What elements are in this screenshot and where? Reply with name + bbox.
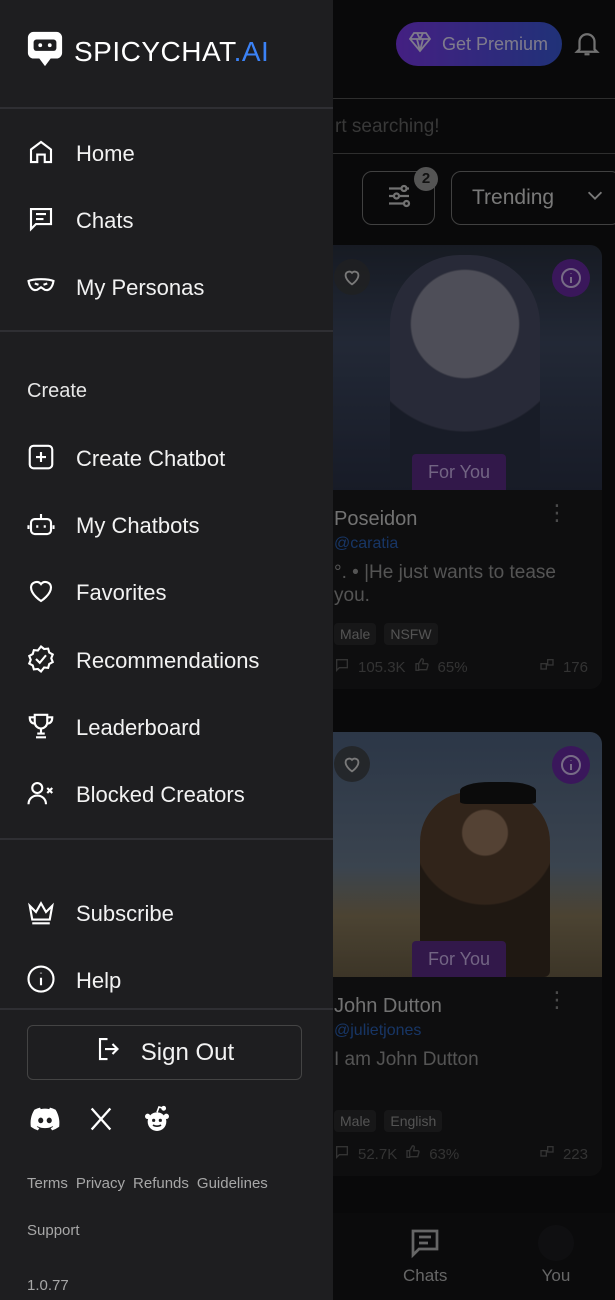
- menu-label: Chats: [76, 208, 134, 233]
- menu-item-create-chatbot[interactable]: Create Chatbot: [26, 439, 225, 479]
- divider: [0, 330, 333, 332]
- menu-label: Blocked Creators: [76, 782, 245, 807]
- menu-label: Favorites: [76, 580, 167, 605]
- badge-check-icon: [26, 644, 56, 679]
- home-icon: [26, 137, 56, 172]
- divider: [0, 1008, 333, 1010]
- robot-icon: [26, 509, 56, 544]
- refunds-link[interactable]: Refunds: [133, 1175, 189, 1192]
- trophy-icon: [26, 711, 56, 746]
- discord-icon[interactable]: [26, 1100, 64, 1138]
- menu-item-home[interactable]: Home: [26, 134, 135, 174]
- social-links: [26, 1100, 176, 1138]
- menu-label: Leaderboard: [76, 715, 201, 740]
- footer-links: Terms Privacy Refunds Guidelines: [27, 1175, 268, 1192]
- menu-item-subscribe[interactable]: Subscribe: [26, 894, 174, 934]
- brand-suffix: .AI: [233, 35, 270, 67]
- menu-item-chats[interactable]: Chats: [26, 201, 133, 241]
- sign-out-label: Sign Out: [140, 1038, 235, 1066]
- menu-item-my-chatbots[interactable]: My Chatbots: [26, 506, 200, 546]
- reddit-icon[interactable]: [138, 1100, 176, 1138]
- x-twitter-icon[interactable]: [82, 1100, 120, 1138]
- menu-label: Create Chatbot: [76, 446, 226, 471]
- divider: [0, 107, 333, 109]
- crown-icon: [26, 897, 56, 932]
- heart-icon: [26, 576, 56, 611]
- menu-label: Help: [76, 968, 122, 993]
- menu-item-help[interactable]: Help: [26, 961, 121, 1001]
- menu-item-favorites[interactable]: Favorites: [26, 573, 166, 613]
- support-link[interactable]: Support: [27, 1222, 80, 1239]
- privacy-link[interactable]: Privacy: [76, 1175, 125, 1192]
- menu-label: My Personas: [76, 275, 205, 300]
- mask-icon: [26, 271, 56, 306]
- scrim-overlay[interactable]: [333, 0, 615, 1300]
- side-drawer: SPICYCHAT.AI Home Chats My Personas Crea…: [0, 0, 333, 1300]
- menu-label: Home: [76, 141, 135, 166]
- plus-square-icon: [26, 442, 56, 477]
- divider: [0, 838, 333, 840]
- brand-logo[interactable]: SPICYCHAT.AI: [26, 30, 269, 73]
- create-section-title: Create: [27, 380, 88, 402]
- menu-label: Recommendations: [76, 648, 260, 673]
- info-icon: [26, 964, 56, 999]
- user-x-icon: [26, 778, 56, 813]
- menu-item-leaderboard[interactable]: Leaderboard: [26, 708, 201, 748]
- menu-item-recommendations[interactable]: Recommendations: [26, 641, 259, 681]
- terms-link[interactable]: Terms: [27, 1175, 68, 1192]
- chat-icon: [26, 204, 56, 239]
- menu-item-my-personas[interactable]: My Personas: [26, 268, 204, 308]
- menu-item-blocked-creators[interactable]: Blocked Creators: [26, 775, 245, 815]
- logo-icon: [26, 30, 64, 73]
- brand-name: SPICYCHAT: [74, 35, 234, 67]
- guidelines-link[interactable]: Guidelines: [197, 1175, 268, 1192]
- app-version: 1.0.77: [27, 1277, 69, 1294]
- sign-out-button[interactable]: Sign Out: [27, 1025, 302, 1080]
- menu-label: Subscribe: [76, 901, 174, 926]
- menu-label: My Chatbots: [76, 513, 200, 538]
- sign-out-icon: [95, 1034, 125, 1071]
